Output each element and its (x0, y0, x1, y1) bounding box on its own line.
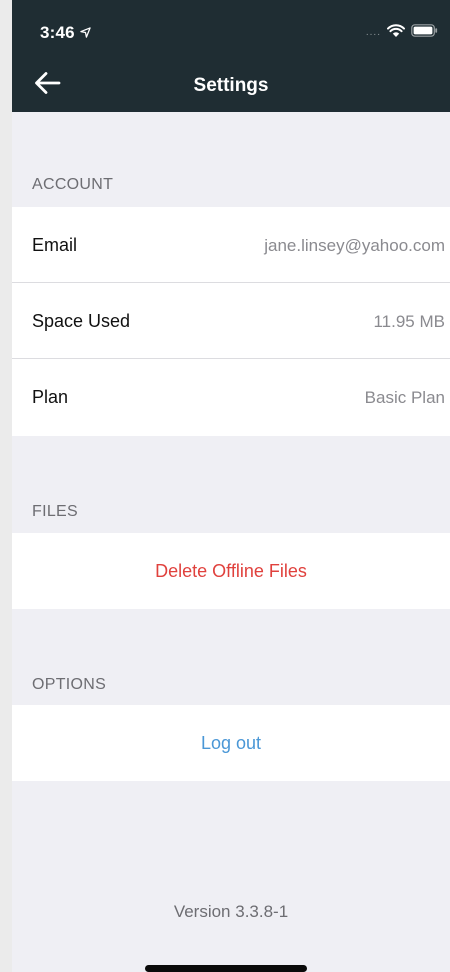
signal-dots: .... (365, 27, 381, 38)
row-email[interactable]: Email jane.linsey@yahoo.com (12, 207, 450, 283)
account-group: Email jane.linsey@yahoo.com Space Used 1… (12, 207, 450, 436)
section-header-files: FILES (32, 503, 78, 520)
wifi-icon (387, 23, 405, 43)
navigation-bar: Settings (12, 58, 450, 112)
space-used-label: Space Used (32, 311, 131, 331)
status-icons: .... (365, 23, 438, 43)
status-bar: 3:46 .... (12, 0, 450, 58)
settings-screen: 3:46 .... Settings ACCOUNT Email jane.li… (12, 0, 450, 972)
log-out-button[interactable]: Log out (12, 705, 450, 781)
page-title: Settings (193, 75, 269, 96)
version-label: Version 3.3.8-1 (173, 902, 289, 921)
status-time: 3:46 (40, 23, 91, 43)
plan-label: Plan (32, 387, 69, 407)
space-used-value: 11.95 MB (373, 312, 445, 331)
row-space-used[interactable]: Space Used 11.95 MB (12, 283, 450, 359)
top-bar: 3:46 .... Settings (12, 0, 450, 112)
options-group: Log out (12, 705, 450, 781)
section-header-options: OPTIONS (32, 676, 107, 693)
location-arrow-icon (80, 23, 91, 43)
time-text: 3:46 (40, 23, 75, 42)
row-plan[interactable]: Plan Basic Plan (12, 359, 450, 435)
home-indicator[interactable] (145, 965, 307, 972)
files-group: Delete Offline Files (12, 533, 450, 609)
email-value: jane.linsey@yahoo.com (264, 236, 445, 255)
battery-icon (411, 24, 438, 42)
email-label: Email (32, 235, 78, 255)
delete-offline-files-button[interactable]: Delete Offline Files (12, 533, 450, 609)
section-header-account: ACCOUNT (32, 176, 114, 193)
plan-value: Basic Plan (364, 388, 445, 407)
